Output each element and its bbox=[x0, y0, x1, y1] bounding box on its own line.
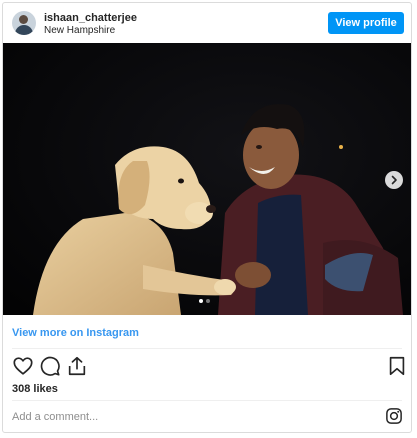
location[interactable]: New Hampshire bbox=[44, 25, 115, 36]
comment-bubble-icon[interactable] bbox=[39, 355, 61, 377]
post-photo[interactable] bbox=[3, 43, 411, 315]
likes-count[interactable]: 308 likes bbox=[12, 383, 58, 395]
bookmark-icon[interactable] bbox=[386, 355, 408, 377]
username[interactable]: ishaan_chatterjee bbox=[44, 12, 137, 24]
instagram-icon[interactable] bbox=[385, 407, 403, 425]
share-icon[interactable] bbox=[66, 355, 88, 377]
view-more-link[interactable]: View more on Instagram bbox=[12, 327, 139, 339]
carousel-dot-active bbox=[199, 299, 203, 303]
avatar-head bbox=[19, 15, 28, 24]
chevron-right-icon bbox=[391, 175, 397, 185]
next-slide-button[interactable] bbox=[385, 171, 403, 189]
divider bbox=[12, 348, 402, 349]
instagram-embed-card: ishaan_chatterjee New Hampshire View pro… bbox=[2, 2, 412, 433]
carousel-indicator bbox=[199, 299, 210, 303]
avatar[interactable] bbox=[12, 11, 36, 35]
view-profile-button[interactable]: View profile bbox=[328, 12, 404, 34]
heart-icon[interactable] bbox=[12, 355, 34, 377]
post-header: ishaan_chatterjee New Hampshire View pro… bbox=[3, 3, 411, 43]
comment-input[interactable] bbox=[12, 407, 352, 427]
avatar-body bbox=[15, 25, 33, 35]
carousel-dot bbox=[206, 299, 210, 303]
photo-image bbox=[3, 43, 411, 315]
action-bar bbox=[12, 355, 405, 379]
divider bbox=[12, 400, 402, 401]
